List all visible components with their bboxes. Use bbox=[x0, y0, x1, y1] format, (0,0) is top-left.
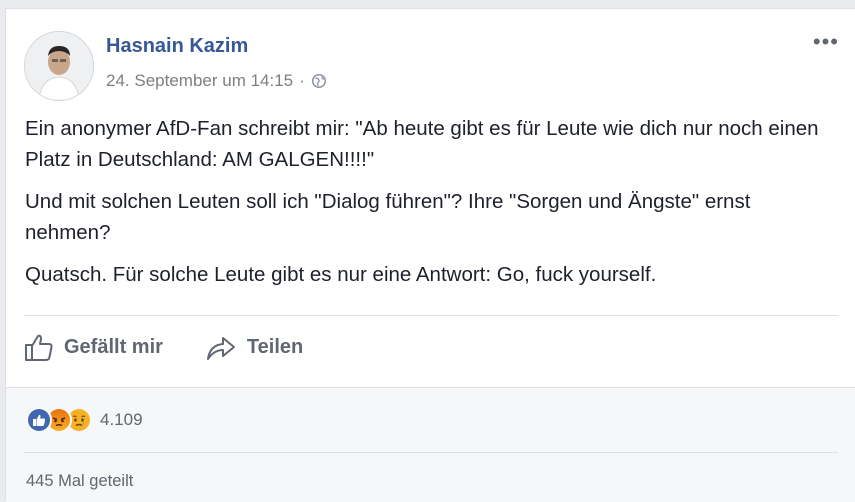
post-paragraph: Quatsch. Für solche Leute gibt es nur ei… bbox=[25, 263, 657, 286]
engagement-section: 4.109 445 Mal geteilt bbox=[6, 387, 855, 502]
author-name-link[interactable]: Hasnain Kazim bbox=[106, 35, 248, 58]
post-timestamp[interactable]: 24. September um 14:15 bbox=[106, 71, 293, 91]
thumbs-up-icon bbox=[25, 334, 53, 361]
share-arrow-icon bbox=[206, 337, 235, 360]
divider bbox=[24, 452, 838, 453]
post-actions: Gefällt mir Teilen bbox=[24, 327, 345, 367]
post-paragraph: Ein anonymer AfD-Fan schreibt mir: "Ab h… bbox=[25, 117, 819, 171]
post-paragraph: Und mit solchen Leuten soll ich "Dialog … bbox=[25, 190, 751, 244]
avatar-portrait-icon bbox=[25, 32, 93, 100]
more-options-icon[interactable]: ••• bbox=[813, 31, 839, 53]
post-meta: 24. September um 14:15 · bbox=[106, 71, 327, 91]
divider bbox=[24, 315, 838, 316]
author-avatar[interactable] bbox=[24, 31, 94, 101]
like-button-label: Gefällt mir bbox=[64, 335, 163, 358]
post-body: Ein anonymer AfD-Fan schreibt mir: "Ab h… bbox=[25, 113, 825, 301]
like-button[interactable]: Gefällt mir bbox=[24, 332, 163, 362]
shares-count-link[interactable]: 445 Mal geteilt bbox=[26, 472, 133, 491]
share-button[interactable]: Teilen bbox=[205, 332, 303, 362]
post-card: Hasnain Kazim 24. September um 14:15 · •… bbox=[5, 8, 855, 502]
reactions-summary[interactable]: 4.109 bbox=[26, 407, 143, 433]
like-reaction-icon bbox=[26, 407, 52, 433]
globe-icon[interactable] bbox=[311, 73, 327, 89]
meta-separator: · bbox=[299, 71, 305, 90]
share-button-label: Teilen bbox=[246, 335, 304, 358]
reaction-count: 4.109 bbox=[100, 410, 143, 429]
